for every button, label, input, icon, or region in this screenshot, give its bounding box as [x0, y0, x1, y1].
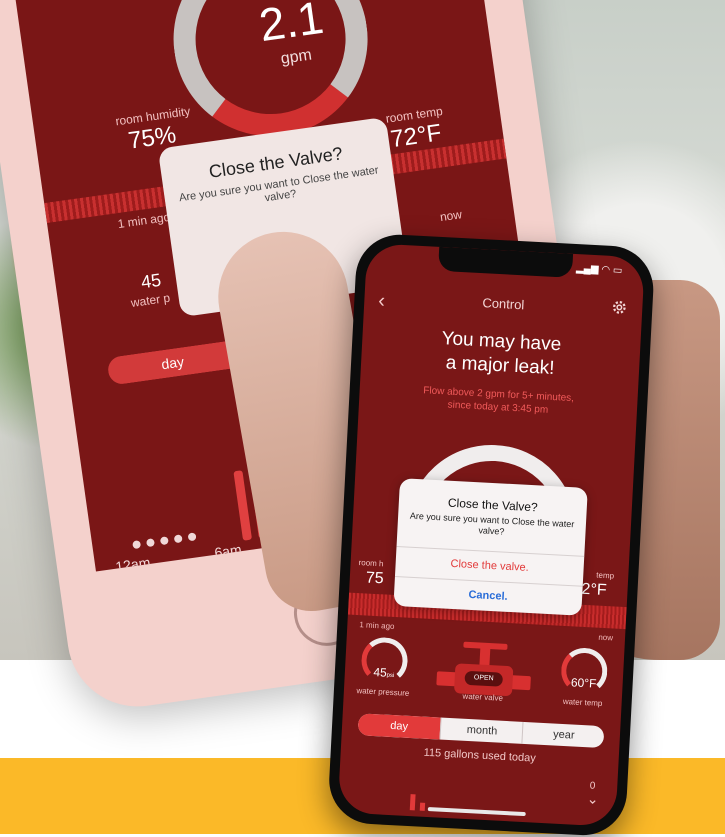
tab-year[interactable]: year — [521, 721, 605, 749]
battery-icon: ▭ — [612, 264, 623, 277]
temp-label: water temp — [562, 696, 603, 708]
leak-message: Flow above 2 gpm for 5+ minutes, since t… — [359, 381, 638, 422]
axis-label-6am: 6am — [213, 541, 243, 561]
usage-dot — [187, 532, 197, 542]
room-temp-label: temp — [596, 570, 615, 581]
phone-frame: ▂▄▆ ◠ ▭ ‹ Control You may have a major l… — [327, 232, 656, 837]
pressure-value: 45 — [139, 269, 163, 293]
temp-value: 60°F — [570, 675, 597, 691]
chevron-down-icon[interactable]: ⌄ — [586, 790, 599, 808]
usage-bar — [409, 794, 416, 811]
time-ago: 1 min ago — [116, 209, 171, 232]
pressure-number: 45 — [373, 664, 388, 680]
home-indicator[interactable] — [427, 807, 526, 817]
close-valve-dialog: Close the Valve? Are you sure you want t… — [393, 478, 588, 616]
period-tabs: day month year — [357, 713, 605, 749]
signal-icon: ▂▄▆ — [575, 263, 599, 276]
page-title: Control — [482, 295, 525, 313]
status-bar: ▂▄▆ ◠ ▭ — [576, 263, 623, 276]
tab-month[interactable]: month — [439, 717, 524, 744]
usage-dot — [159, 536, 169, 546]
valve-state-badge: OPEN — [464, 670, 504, 687]
pressure-unit: psi — [386, 672, 395, 680]
leak-headline: You may have a major leak! — [361, 323, 641, 385]
usage-bar — [419, 802, 426, 811]
tab-day[interactable]: day — [357, 713, 441, 740]
time-now: now — [598, 632, 614, 643]
usage-dot — [173, 534, 183, 544]
pressure-label: water p — [129, 290, 171, 310]
usage-dot — [145, 538, 156, 548]
time-now: now — [439, 207, 463, 225]
phone-notch — [438, 246, 574, 278]
axis-label-12am: 12am — [114, 553, 152, 572]
room-temp-value: 2°F — [581, 580, 608, 600]
time-ago: 1 min ago — [359, 620, 395, 632]
wifi-icon: ◠ — [601, 264, 611, 276]
tab-day: day — [106, 339, 239, 386]
gear-icon[interactable] — [610, 298, 629, 317]
phone-screen: ▂▄▆ ◠ ▭ ‹ Control You may have a major l… — [337, 243, 645, 827]
room-humidity-value: 75 — [365, 569, 385, 588]
usage-dot — [132, 540, 142, 550]
dialog-message: Are you sure you want to Close the water… — [409, 510, 575, 537]
pressure-value: 45psi — [355, 664, 414, 681]
pressure-label: water pressure — [356, 686, 410, 698]
room-humidity-label: room h — [358, 558, 384, 569]
